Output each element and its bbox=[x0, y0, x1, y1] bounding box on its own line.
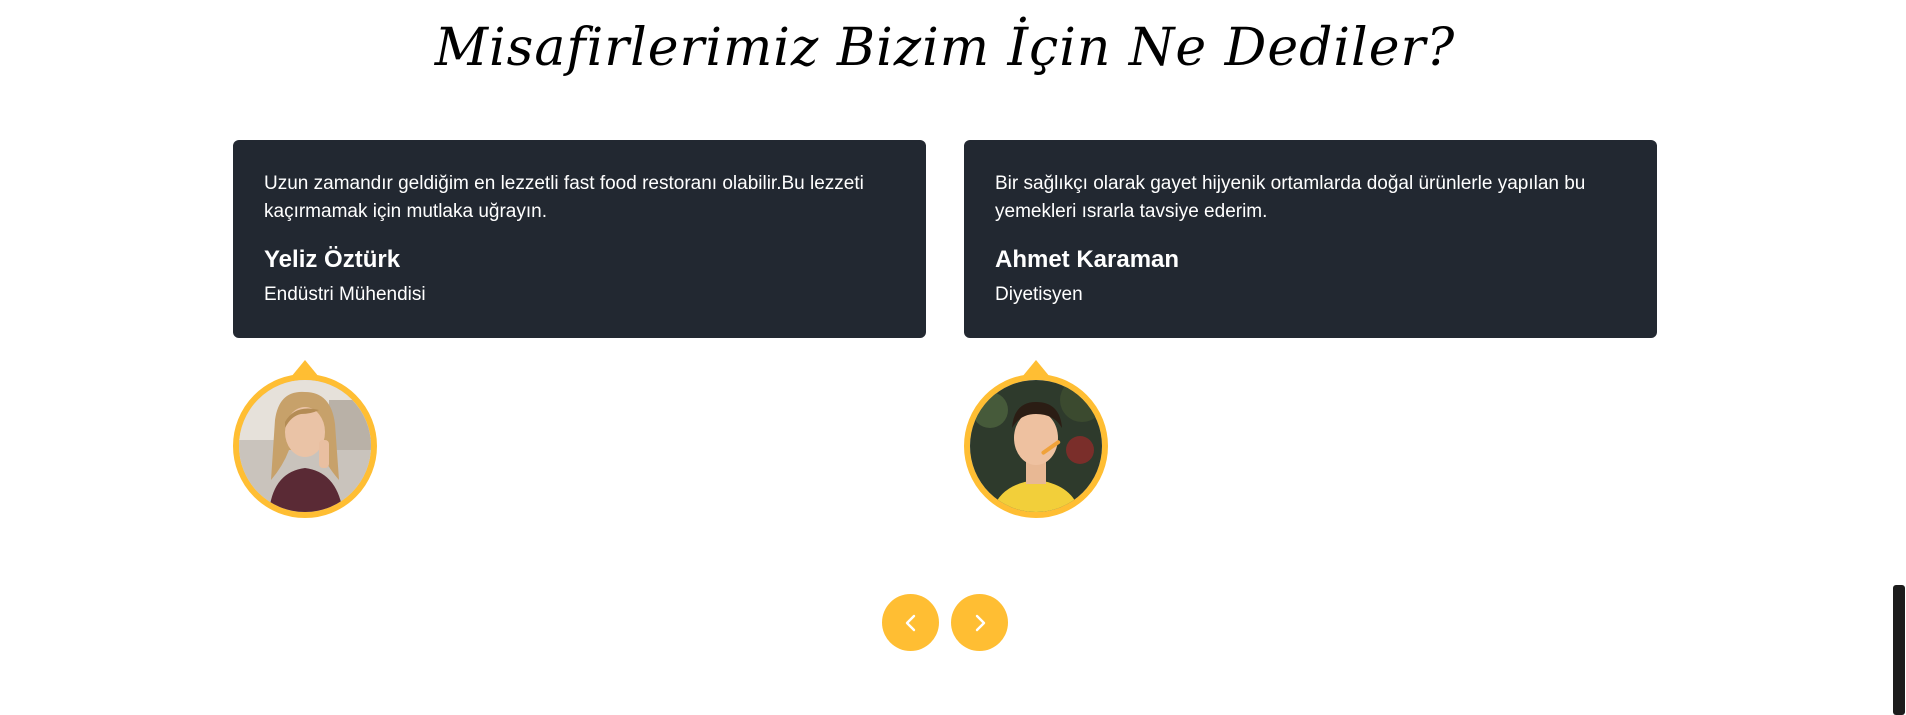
testimonial-role: Diyetisyen bbox=[995, 284, 1083, 305]
chevron-left-icon bbox=[905, 614, 915, 631]
testimonial-name: Ahmet Karaman bbox=[995, 246, 1180, 273]
testimonial-item: Bir sağlıkçı olarak gayet hijyenik ortam… bbox=[964, 140, 1657, 520]
testimonial-card: Bir sağlıkçı olarak gayet hijyenik ortam… bbox=[964, 140, 1657, 338]
scrollbar-thumb[interactable] bbox=[1893, 585, 1905, 715]
testimonial-item: Uzun zamandır geldiğim en lezzetli fast … bbox=[233, 140, 926, 520]
chevron-right-icon bbox=[975, 614, 985, 631]
testimonial-role: Endüstri Mühendisi bbox=[264, 284, 426, 305]
carousel-prev-button[interactable] bbox=[882, 594, 939, 651]
testimonial-card: Uzun zamandır geldiğim en lezzetli fast … bbox=[233, 140, 926, 338]
avatar-container bbox=[964, 360, 1108, 520]
testimonial-quote: Bir sağlıkçı olarak gayet hijyenik ortam… bbox=[995, 173, 1586, 222]
client-photo-man bbox=[970, 380, 1102, 512]
avatar bbox=[964, 374, 1108, 518]
client-photo-woman bbox=[239, 380, 371, 512]
section-title: Misafirlerimiz Bizim İçin Ne Dediler? bbox=[434, 18, 1456, 78]
testimonial-quote: Uzun zamandır geldiğim en lezzetli fast … bbox=[264, 173, 864, 222]
avatar bbox=[233, 374, 377, 518]
vertical-scrollbar[interactable] bbox=[1890, 0, 1906, 715]
testimonial-name: Yeliz Öztürk bbox=[264, 246, 401, 273]
testimonial-section: Misafirlerimiz Bizim İçin Ne Dediler? Uz… bbox=[0, 0, 1890, 715]
avatar-container bbox=[233, 360, 377, 520]
carousel-next-button[interactable] bbox=[951, 594, 1008, 651]
